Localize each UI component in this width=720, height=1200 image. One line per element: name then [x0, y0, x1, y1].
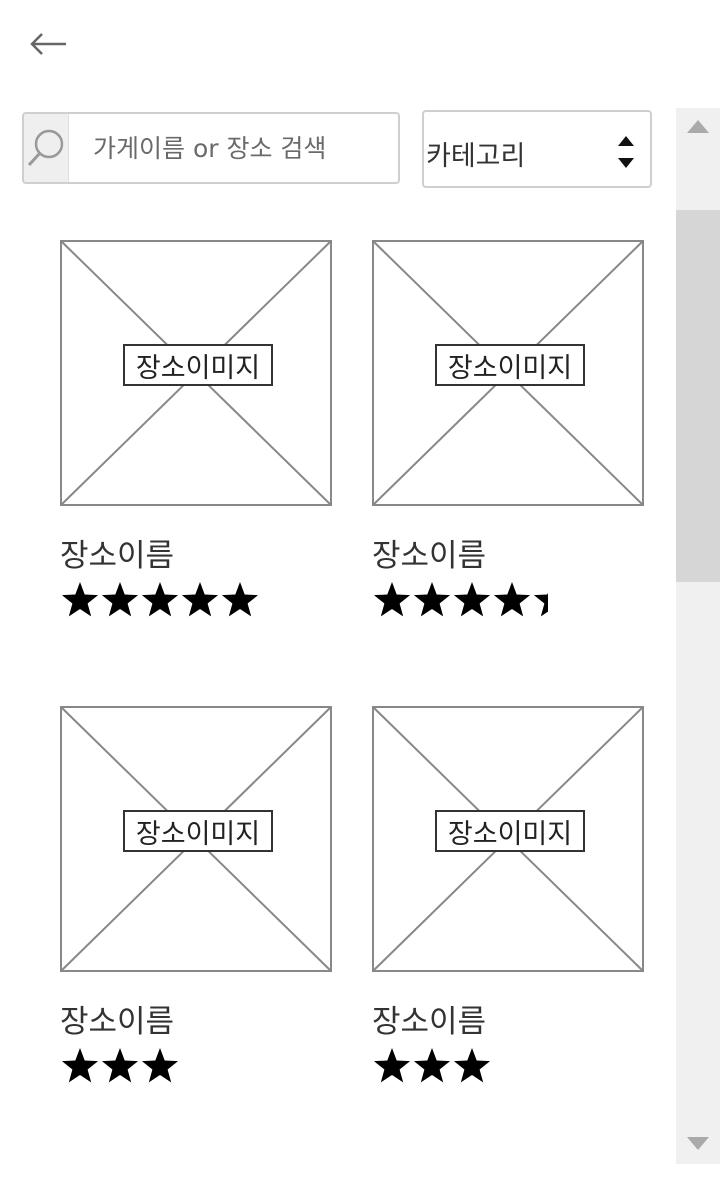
- scroll-thumb[interactable]: [676, 210, 720, 582]
- star-icon: [101, 582, 139, 617]
- scroll-up-arrow-icon[interactable]: [687, 120, 709, 134]
- scrollbar[interactable]: [676, 108, 720, 1164]
- star-icon: [533, 592, 548, 617]
- star-icon: [373, 582, 411, 617]
- place-image-label: 장소이미지: [435, 344, 585, 386]
- search-icon: [27, 129, 64, 167]
- star-rating: [372, 1046, 492, 1086]
- star-rating-graphic: [373, 1048, 491, 1083]
- place-name: 장소이름: [60, 1004, 175, 1040]
- place-image-label: 장소이미지: [435, 810, 585, 852]
- category-label: 카테고리: [426, 141, 526, 172]
- place-card[interactable]: 장소이미지 장소이름: [372, 706, 644, 1083]
- place-card[interactable]: 장소이미지 장소이름: [60, 706, 332, 1083]
- star-icon: [61, 582, 99, 617]
- star-icon: [413, 1048, 451, 1083]
- star-icon: [141, 1048, 179, 1083]
- place-card[interactable]: 장소이미지 장소이름: [60, 240, 332, 617]
- star-rating-graphic: [61, 582, 259, 617]
- star-icon: [373, 1048, 411, 1083]
- search-input[interactable]: [69, 114, 398, 182]
- search-box[interactable]: [22, 112, 400, 184]
- scroll-down-arrow-icon[interactable]: [687, 1136, 709, 1150]
- star-rating-graphic: [373, 582, 548, 617]
- star-rating: [60, 580, 260, 620]
- arrow-left-icon: [30, 33, 66, 55]
- place-name: 장소이름: [372, 538, 487, 574]
- star-icon: [61, 1048, 99, 1083]
- star-rating: [60, 1046, 180, 1086]
- star-icon: [453, 1048, 491, 1083]
- star-icon: [181, 582, 219, 617]
- place-image-label: 장소이미지: [123, 344, 273, 386]
- place-card[interactable]: 장소이미지 장소이름: [372, 240, 644, 617]
- sort-arrows-icon: [618, 136, 634, 168]
- place-image-label: 장소이미지: [123, 810, 273, 852]
- star-rating-graphic: [61, 1048, 179, 1083]
- search-icon-button[interactable]: [24, 114, 69, 182]
- category-select[interactable]: 카테고리: [422, 110, 652, 188]
- star-rating: [372, 580, 548, 620]
- star-icon: [493, 582, 531, 617]
- star-icon: [413, 582, 451, 617]
- star-icon: [141, 582, 179, 617]
- place-name: 장소이름: [60, 538, 175, 574]
- star-icon: [453, 582, 491, 617]
- back-button[interactable]: [28, 26, 76, 66]
- star-icon: [101, 1048, 139, 1083]
- place-list-screen: 카테고리 장소이미지 장소이름 장소이미지 장소이름: [0, 0, 720, 1200]
- star-icon: [221, 582, 259, 617]
- place-name: 장소이름: [372, 1004, 487, 1040]
